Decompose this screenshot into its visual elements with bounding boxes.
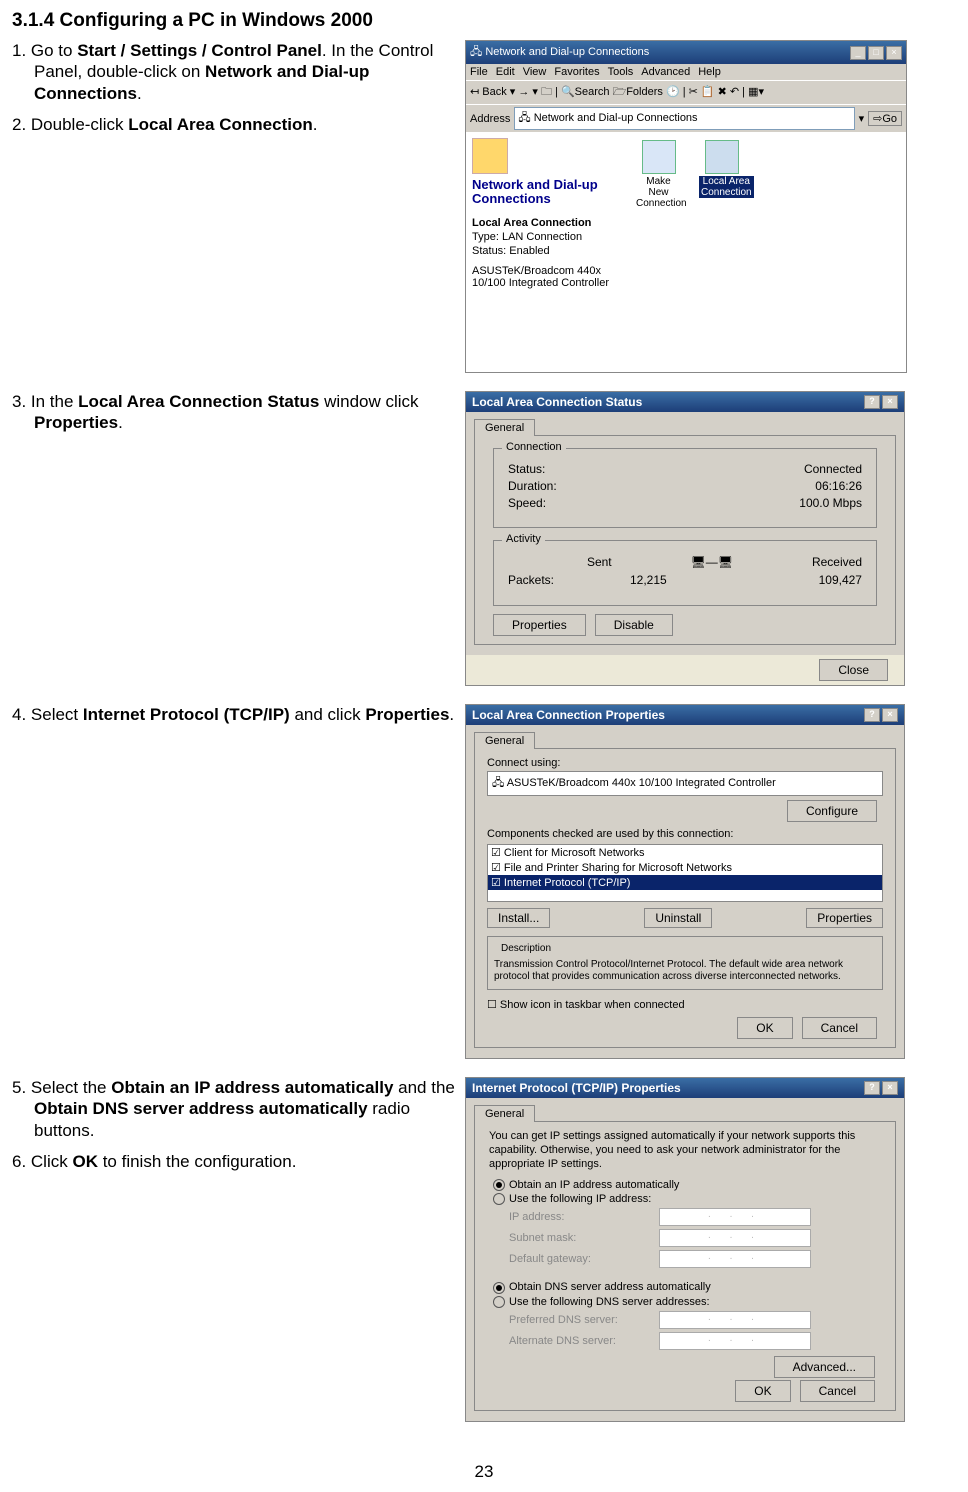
close-button[interactable]: Close xyxy=(819,659,888,681)
activity-group: Activity Sent🖥—🖥Received Packets:12,2151… xyxy=(493,540,877,606)
toolbar[interactable]: ↤ Back ▾ → ▾ 🗀 | 🔍Search 🗁Folders 🕑 | ✂ … xyxy=(466,80,906,104)
dialog-title: Local Area Connection Properties xyxy=(472,708,665,722)
close-button[interactable]: × xyxy=(886,46,902,60)
page-number: 23 xyxy=(12,1462,956,1482)
address-dropdown-icon[interactable]: ▾ xyxy=(859,112,865,125)
go-button[interactable]: ⇨Go xyxy=(868,111,902,126)
pane-title: Network and Dial-up Connections xyxy=(472,178,622,207)
properties-button[interactable]: Properties xyxy=(806,908,883,928)
status-label: Status: Enabled xyxy=(472,245,622,257)
info-pane: Network and Dial-up Connections Local Ar… xyxy=(466,132,628,372)
section-heading: 3.1.4 Configuring a PC in Windows 2000 xyxy=(12,10,956,32)
close-button[interactable]: × xyxy=(882,708,898,722)
adapter-box: 🖧 ASUSTeK/Broadcom 440x 10/100 Integrate… xyxy=(487,771,883,796)
menu-bar[interactable]: FileEditViewFavoritesToolsAdvancedHelp xyxy=(466,64,906,80)
step-5: 5. Select the Obtain an IP address autom… xyxy=(12,1077,457,1141)
window-title: Network and Dial-up Connections xyxy=(485,46,649,58)
ip-address-field: IP address:. . . xyxy=(509,1208,881,1226)
screenshot-lac-status-dialog: Local Area Connection Status ?× General … xyxy=(465,391,905,686)
dialog-title: Local Area Connection Status xyxy=(472,395,642,409)
help-button[interactable]: ? xyxy=(864,395,880,409)
minimize-button[interactable]: _ xyxy=(850,46,866,60)
step-1: 1. Go to Start / Settings / Control Pane… xyxy=(12,40,457,104)
address-bar[interactable]: Address 🖧 Network and Dial-up Connection… xyxy=(466,104,906,132)
configure-button[interactable]: Configure xyxy=(787,800,877,822)
activity-icon: 🖥—🖥 xyxy=(691,555,733,569)
step-2: 2. Double-click Local Area Connection. xyxy=(12,114,457,135)
step-4: 4. Select Internet Protocol (TCP/IP) and… xyxy=(12,704,457,725)
dialog-titlebar[interactable]: Internet Protocol (TCP/IP) Properties ?× xyxy=(466,1078,904,1098)
screenshot-tcpip-properties-dialog: Internet Protocol (TCP/IP) Properties ?×… xyxy=(465,1077,905,1422)
dialog-title: Internet Protocol (TCP/IP) Properties xyxy=(472,1081,681,1095)
description-box: Description Transmission Control Protoco… xyxy=(487,936,883,990)
radio-obtain-ip-auto[interactable]: Obtain an IP address automatically xyxy=(493,1179,881,1191)
list-item-tcpip[interactable]: Internet Protocol (TCP/IP) xyxy=(488,875,882,890)
install-button[interactable]: Install... xyxy=(487,908,550,928)
connection-group: Connection Status:Connected Duration:06:… xyxy=(493,448,877,528)
components-label: Components checked are used by this conn… xyxy=(487,828,883,840)
radio-use-dns[interactable]: Use the following DNS server addresses: xyxy=(493,1296,881,1308)
dialog-titlebar[interactable]: Local Area Connection Status ?× xyxy=(466,392,904,412)
preferred-dns-field: Preferred DNS server:. . . xyxy=(509,1311,881,1329)
close-button[interactable]: × xyxy=(882,1081,898,1095)
make-new-connection-icon[interactable]: Make New Connection xyxy=(636,140,681,209)
tab-general[interactable]: General xyxy=(474,419,535,436)
radio-use-ip[interactable]: Use the following IP address: xyxy=(493,1193,881,1205)
step-6: 6. Click OK to finish the configuration. xyxy=(12,1151,457,1172)
tab-general[interactable]: General xyxy=(474,1105,535,1122)
adapter-label: ASUSTeK/Broadcom 440x 10/100 Integrated … xyxy=(472,265,622,289)
tab-general[interactable]: General xyxy=(474,732,535,749)
close-button[interactable]: × xyxy=(882,395,898,409)
components-list[interactable]: Client for Microsoft Networks File and P… xyxy=(487,844,883,902)
screenshot-lac-properties-dialog: Local Area Connection Properties ?× Gene… xyxy=(465,704,905,1059)
dialog-titlebar[interactable]: Local Area Connection Properties ?× xyxy=(466,705,904,725)
maximize-button[interactable]: □ xyxy=(868,46,884,60)
window-icon: 🖧 xyxy=(470,46,485,58)
ok-button[interactable]: OK xyxy=(735,1380,790,1402)
alternate-dns-field: Alternate DNS server:. . . xyxy=(509,1332,881,1350)
intro-text: You can get IP settings assigned automat… xyxy=(489,1130,881,1171)
help-button[interactable]: ? xyxy=(864,1081,880,1095)
uninstall-button[interactable]: Uninstall xyxy=(644,908,712,928)
screenshot-network-connections-window: 🖧 Network and Dial-up Connections _ □ × … xyxy=(465,40,907,373)
selected-item-name: Local Area Connection xyxy=(472,217,622,229)
step-3: 3. In the Local Area Connection Status w… xyxy=(12,391,457,434)
network-folder-icon xyxy=(472,138,508,174)
show-icon-checkbox[interactable]: ☐ Show icon in taskbar when connected xyxy=(487,998,883,1011)
default-gateway-field: Default gateway:. . . xyxy=(509,1250,881,1268)
local-area-connection-icon[interactable]: Local Area Connection xyxy=(699,140,744,198)
list-item[interactable]: Client for Microsoft Networks xyxy=(488,845,882,860)
advanced-button[interactable]: Advanced... xyxy=(774,1356,875,1378)
help-button[interactable]: ? xyxy=(864,708,880,722)
connect-using-label: Connect using: xyxy=(487,757,883,769)
radio-obtain-dns-auto[interactable]: Obtain DNS server address automatically xyxy=(493,1281,881,1293)
window-titlebar[interactable]: 🖧 Network and Dial-up Connections _ □ × xyxy=(466,41,906,64)
properties-button[interactable]: Properties xyxy=(493,614,586,636)
list-item[interactable]: File and Printer Sharing for Microsoft N… xyxy=(488,860,882,875)
cancel-button[interactable]: Cancel xyxy=(802,1017,877,1039)
subnet-mask-field: Subnet mask:. . . xyxy=(509,1229,881,1247)
address-label: Address xyxy=(470,113,510,125)
address-input[interactable]: 🖧 Network and Dial-up Connections xyxy=(514,107,854,130)
cancel-button[interactable]: Cancel xyxy=(800,1380,875,1402)
disable-button[interactable]: Disable xyxy=(595,614,673,636)
type-label: Type: LAN Connection xyxy=(472,231,622,243)
ok-button[interactable]: OK xyxy=(737,1017,792,1039)
